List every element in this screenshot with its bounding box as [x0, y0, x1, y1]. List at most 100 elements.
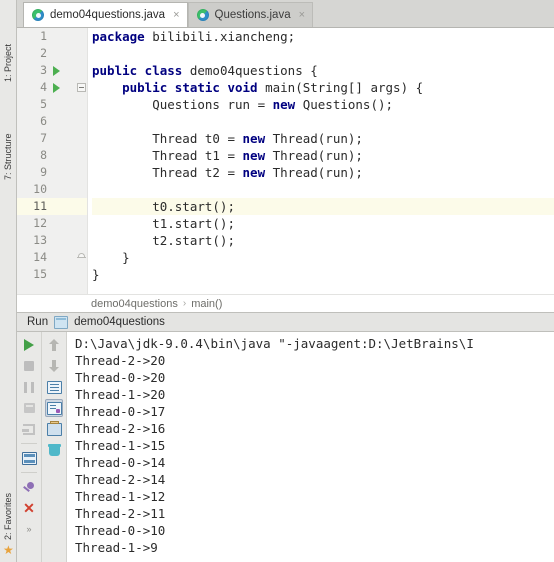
left-tool-strip: 1: Project 7: Structure 2: Favorites ★: [0, 0, 17, 562]
gutter-row: 3: [17, 62, 87, 79]
breadcrumb[interactable]: demo04questions › main(): [17, 294, 554, 312]
thread-dump-button[interactable]: [20, 399, 38, 417]
console-line: D:\Java\jdk-9.0.4\bin\java "-javaagent:D…: [75, 336, 474, 351]
console-icon: [21, 451, 37, 465]
trash-icon: [47, 444, 61, 456]
chevron-more-icon: »: [26, 523, 32, 534]
gutter-row: 6: [17, 113, 87, 130]
rerun-button[interactable]: [20, 336, 38, 354]
java-class-icon: [32, 9, 44, 21]
code-line: }: [92, 267, 100, 282]
line-number: 8: [40, 148, 47, 162]
run-window-title: Run: [27, 316, 49, 328]
down-the-stack-button[interactable]: [45, 357, 63, 375]
stop-button[interactable]: [20, 357, 38, 375]
line-number: 6: [40, 114, 47, 128]
gutter-row: 9: [17, 164, 87, 181]
gutter-row: 5: [17, 96, 87, 113]
gutter-row: 12: [17, 215, 87, 232]
close-icon[interactable]: ×: [173, 10, 179, 21]
line-number: 10: [33, 182, 47, 196]
soft-wrap-button[interactable]: [45, 378, 63, 396]
sidebar-item-favorites[interactable]: 2: Favorites: [0, 450, 16, 540]
run-tool-window-body: ✕ » D:\Java\jdk-9.0.4\bin\java "-javaage…: [17, 332, 554, 562]
editor-gutter[interactable]: 1 2 3 4 5 6 7 8 9 10 11 12 13 14 15: [17, 28, 88, 294]
run-gutter-icon[interactable]: [53, 65, 60, 76]
line-number: 13: [33, 233, 47, 247]
sidebar-item-project[interactable]: 1: Project: [0, 2, 16, 82]
printer-icon: [46, 420, 62, 436]
console-line: Thread-1->9: [75, 540, 158, 555]
toolbar-divider: [21, 472, 37, 473]
console-line: Thread-2->16: [75, 421, 166, 436]
line-number: 12: [33, 216, 47, 230]
console-line: Thread-0->10: [75, 523, 166, 538]
pin-icon: [23, 481, 36, 494]
sidebar-item-structure[interactable]: 7: Structure: [0, 88, 16, 180]
console-line: Thread-0->14: [75, 455, 166, 470]
gutter-row: 10: [17, 181, 87, 198]
close-button[interactable]: ✕: [20, 499, 38, 517]
run-configuration-name[interactable]: demo04questions: [74, 316, 165, 328]
editor-tab-bar: demo04questions.java × Questions.java ×: [17, 0, 554, 28]
close-icon[interactable]: ×: [299, 10, 305, 21]
up-the-stack-button[interactable]: [45, 336, 63, 354]
line-number: 1: [40, 29, 47, 43]
console-line: Thread-0->17: [75, 404, 166, 419]
editor-tab-demo04questions[interactable]: demo04questions.java ×: [23, 2, 188, 27]
line-number: 14: [33, 250, 47, 264]
play-icon: [24, 339, 34, 351]
line-number: 5: [40, 97, 47, 111]
code-editor[interactable]: 1 2 3 4 5 6 7 8 9 10 11 12 13 14 15 pack…: [17, 28, 554, 294]
console-line: Thread-1->20: [75, 387, 166, 402]
scroll-to-end-button[interactable]: [45, 399, 63, 417]
line-number: 2: [40, 46, 47, 60]
scroll-to-end-icon: [46, 401, 62, 415]
main-column: demo04questions.java × Questions.java × …: [17, 0, 554, 562]
code-line: t2.start();: [92, 233, 235, 248]
fold-end-icon[interactable]: [77, 253, 86, 262]
line-number: 4: [40, 80, 47, 94]
gutter-row-current: 11: [17, 198, 87, 215]
console-line: Thread-1->12: [75, 489, 166, 504]
console-output[interactable]: D:\Java\jdk-9.0.4\bin\java "-javaagent:D…: [67, 332, 554, 562]
code-text-area[interactable]: package bilibili.xiancheng; public class…: [88, 28, 554, 294]
run-toolbar-left: ✕ »: [17, 332, 42, 562]
print-button[interactable]: [45, 420, 63, 438]
ide-window: 1: Project 7: Structure 2: Favorites ★ d…: [0, 0, 554, 562]
clear-all-button[interactable]: [45, 441, 63, 459]
code-line-current: t0.start();: [92, 198, 554, 215]
breadcrumb-method[interactable]: main(): [191, 298, 222, 310]
gutter-row: 14: [17, 249, 87, 266]
code-line: public class demo04questions {: [92, 63, 318, 78]
code-line: Thread t0 = new Thread(run);: [92, 131, 363, 146]
code-line: Thread t2 = new Thread(run);: [92, 165, 363, 180]
chevron-right-icon: ›: [182, 298, 187, 309]
breadcrumb-class[interactable]: demo04questions: [91, 298, 178, 310]
gutter-row: 15: [17, 266, 87, 283]
run-gutter-icon[interactable]: [53, 82, 60, 93]
close-icon: ✕: [23, 500, 35, 516]
code-line: Questions run = new Questions();: [92, 97, 394, 112]
run-window-icon: [54, 315, 69, 329]
line-number: 3: [40, 63, 47, 77]
console-line: Thread-1->15: [75, 438, 166, 453]
code-line: public static void main(String[] args) {: [122, 80, 424, 95]
more-button[interactable]: »: [20, 520, 38, 538]
resume-button[interactable]: [20, 420, 38, 438]
code-line: t1.start();: [92, 216, 235, 231]
editor-tab-label: demo04questions.java: [50, 9, 166, 21]
show-console-button[interactable]: [20, 449, 38, 467]
pause-icon: [24, 381, 34, 393]
code-line: Thread t1 = new Thread(run);: [92, 148, 363, 163]
arrow-up-icon: [49, 339, 60, 351]
pause-button[interactable]: [20, 378, 38, 396]
camera-icon: [23, 403, 35, 413]
editor-tab-questions[interactable]: Questions.java ×: [187, 2, 314, 27]
fold-collapse-icon[interactable]: [77, 83, 86, 92]
console-line: Thread-2->20: [75, 353, 166, 368]
line-number: 15: [33, 267, 47, 281]
run-toolbar-right: [42, 332, 67, 562]
pin-tab-button[interactable]: [20, 478, 38, 496]
